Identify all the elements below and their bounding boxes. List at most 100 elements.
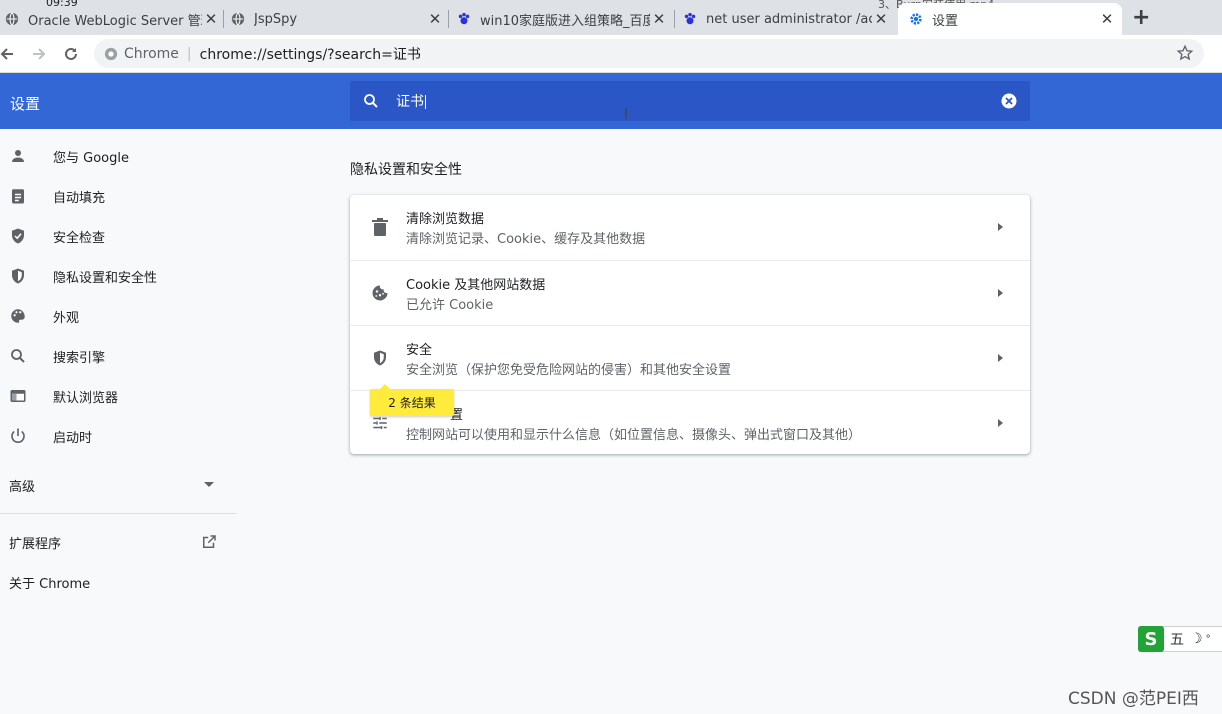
- cookie-icon: [370, 283, 390, 303]
- row-subtitle: 安全浏览（保护您免受危险网站的侵害）和其他安全设置: [406, 363, 732, 378]
- tab-title: net user administrator /acti: [706, 11, 872, 27]
- tune-icon: [370, 413, 390, 433]
- url-text[interactable]: chrome://settings/?search=证书: [200, 44, 421, 64]
- chevron-right-icon: [998, 354, 1003, 362]
- sidebar-item-autofill[interactable]: 自动填充: [0, 176, 236, 216]
- section-title: 隐私设置和安全性: [350, 162, 462, 178]
- sidebar-item-on-startup[interactable]: 启动时: [0, 416, 236, 456]
- row-title: 安全: [406, 343, 433, 358]
- baidu-paw-icon: [456, 11, 472, 27]
- row-subtitle: 已允许 Cookie: [406, 298, 494, 313]
- tab-jspspy[interactable]: JspSpy ✕: [230, 3, 444, 35]
- tab-title: Oracle WebLogic Server 管理: [28, 13, 202, 29]
- globe-icon: [4, 11, 20, 27]
- row-title: Cookie 及其他网站数据: [406, 278, 546, 293]
- bookmark-star-icon[interactable]: [1176, 44, 1194, 66]
- row-subtitle: 控制网站可以使用和显示什么信息（如位置信息、摄像头、弹出式窗口及其他）: [406, 428, 862, 443]
- tab-separator: [674, 10, 675, 28]
- tab-title: JspSpy: [254, 11, 298, 27]
- clipboard-icon: [9, 187, 27, 205]
- settings-sidebar: 您与 Google 自动填充 安全检查 隐私设置和安全性 外观 搜索引擎 默认浏…: [0, 129, 236, 714]
- chevron-right-icon: [998, 419, 1003, 427]
- text-cursor-icon: I: [624, 107, 629, 123]
- chevron-down-icon[interactable]: [204, 482, 214, 487]
- chevron-right-icon: [998, 223, 1003, 231]
- ime-mode[interactable]: 五: [1170, 629, 1184, 649]
- reload-icon: [65, 47, 77, 60]
- punctuation-icon[interactable]: °: [1206, 634, 1211, 645]
- close-icon[interactable]: ✕: [650, 10, 668, 28]
- sidebar-item-appearance[interactable]: 外观: [0, 296, 236, 336]
- row-clear-browsing-data[interactable]: 清除浏览数据 清除浏览记录、Cookie、缓存及其他数据: [350, 195, 1030, 260]
- sidebar-item-default-browser[interactable]: 默认浏览器: [0, 376, 236, 416]
- shield-half-icon: [9, 267, 27, 285]
- tab-strip: 09:39 3、Burp安装使用.mp4 Oracle WebLogic Ser…: [0, 0, 1222, 35]
- person-icon: [9, 147, 27, 165]
- trash-icon: [370, 217, 390, 237]
- address-bar[interactable]: Chrome | chrome://settings/?search=证书: [94, 39, 1204, 68]
- search-input[interactable]: 证书: [396, 91, 426, 111]
- sidebar-about-chrome[interactable]: 关于 Chrome: [9, 573, 90, 592]
- moon-icon[interactable]: ☽: [1190, 631, 1203, 647]
- tab-title: win10家庭版进入组策略_百度: [480, 13, 650, 29]
- tab-title: 设置: [932, 13, 959, 29]
- new-tab-button[interactable]: +: [1132, 5, 1150, 30]
- baidu-paw-icon: [682, 11, 698, 27]
- row-security[interactable]: 安全 安全浏览（保护您免受危险网站的侵害）和其他安全设置: [350, 325, 1030, 390]
- close-icon[interactable]: ✕: [872, 10, 890, 28]
- omnibox-chrome-label: Chrome: [124, 45, 179, 62]
- omnibox-divider: |: [186, 45, 192, 62]
- sidebar-item-label: 隐私设置和安全性: [53, 270, 158, 286]
- chrome-logo-icon: [104, 47, 118, 60]
- row-title: 清除浏览数据: [406, 212, 485, 227]
- gear-icon: [908, 11, 924, 27]
- forward-arrow-icon: [33, 48, 46, 60]
- shield-icon: [370, 348, 390, 368]
- tab-settings[interactable]: 设置 ✕: [898, 3, 1122, 35]
- sidebar-advanced[interactable]: 高级: [9, 476, 35, 495]
- sidebar-divider: [0, 513, 236, 514]
- sidebar-extensions[interactable]: 扩展程序: [9, 533, 61, 552]
- sidebar-item-safety-check[interactable]: 安全检查: [0, 216, 236, 256]
- close-icon[interactable]: ✕: [426, 10, 444, 28]
- forward-button[interactable]: [28, 43, 50, 65]
- row-subtitle: 清除浏览记录、Cookie、缓存及其他数据: [406, 232, 646, 247]
- open-in-new-icon[interactable]: [200, 533, 218, 555]
- clear-search-icon[interactable]: [1000, 92, 1018, 114]
- sidebar-item-label: 您与 Google: [53, 150, 129, 166]
- sidebar-item-search-engine[interactable]: 搜索引擎: [0, 336, 236, 376]
- power-icon: [9, 427, 27, 445]
- settings-search[interactable]: 证书: [350, 81, 1030, 121]
- tab-net-user[interactable]: net user administrator /acti ✕: [682, 3, 890, 35]
- sogou-logo-icon: S: [1138, 626, 1164, 652]
- close-icon[interactable]: ✕: [1098, 10, 1116, 28]
- sidebar-item-label: 安全检查: [53, 230, 106, 246]
- sidebar-item-label: 自动填充: [53, 190, 106, 206]
- chrome-site-info[interactable]: Chrome: [104, 46, 179, 62]
- globe-icon: [230, 11, 246, 27]
- sidebar-item-you-and-google[interactable]: 您与 Google: [0, 136, 236, 176]
- browser-icon: [9, 387, 27, 405]
- tab-win10-policy[interactable]: win10家庭版进入组策略_百度 ✕: [456, 3, 668, 35]
- shield-check-icon: [9, 227, 27, 245]
- sidebar-item-label: 搜索引擎: [53, 350, 106, 366]
- tab-separator: [223, 10, 224, 28]
- close-icon[interactable]: ✕: [202, 10, 220, 28]
- search-result-bubble: 2 条结果: [370, 384, 454, 416]
- tab-separator: [448, 10, 449, 28]
- sidebar-item-label: 外观: [53, 310, 80, 326]
- sidebar-item-privacy[interactable]: 隐私设置和安全性: [0, 256, 236, 296]
- back-button[interactable]: [0, 43, 18, 65]
- sidebar-item-label: 启动时: [53, 430, 93, 446]
- back-arrow-icon: [0, 48, 13, 60]
- reload-button[interactable]: [60, 43, 82, 65]
- chevron-right-icon: [998, 289, 1003, 297]
- ime-toolbar[interactable]: S 五 ☽ °: [1138, 626, 1222, 652]
- row-cookies[interactable]: Cookie 及其他网站数据 已允许 Cookie: [350, 260, 1030, 325]
- sidebar-item-label: 默认浏览器: [53, 390, 119, 406]
- page-title: 设置: [10, 95, 41, 113]
- tab-weblogic[interactable]: Oracle WebLogic Server 管理 ✕: [4, 3, 220, 35]
- settings-header: 设置 证书: [0, 73, 1222, 129]
- search-icon: [362, 92, 380, 110]
- browser-toolbar: Chrome | chrome://settings/?search=证书: [0, 35, 1222, 73]
